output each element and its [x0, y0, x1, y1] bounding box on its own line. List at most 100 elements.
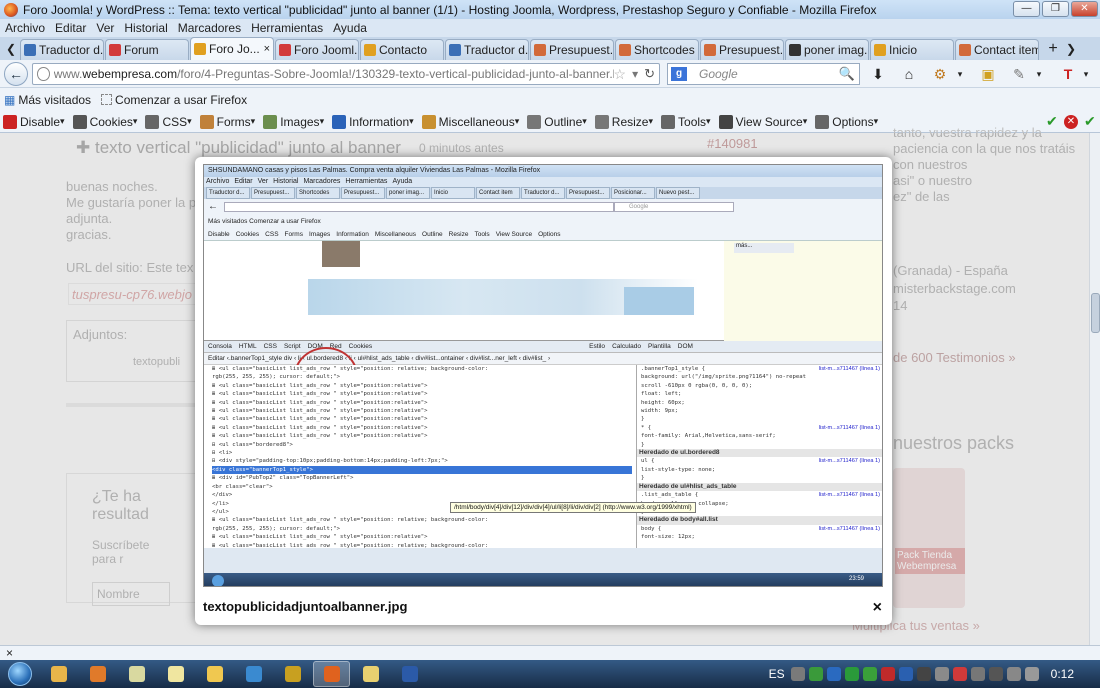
menu-item-6[interactable]: Ayuda — [328, 21, 372, 35]
tab-8[interactable]: Presupuest... — [700, 39, 784, 60]
close-window-button[interactable]: ✕ — [1071, 1, 1098, 17]
devtool-label[interactable]: Disable — [20, 115, 60, 129]
translate-icon[interactable]: T — [1059, 65, 1077, 83]
devtool-dropdown-icon[interactable]: ▾ — [582, 116, 587, 127]
tray-icon-7[interactable] — [916, 667, 931, 681]
menu-item-3[interactable]: Historial — [119, 21, 172, 35]
addon-dropdown-icon[interactable]: ▾ — [951, 65, 969, 83]
devtool-3[interactable]: Forms ▾ — [199, 114, 256, 129]
menu-item-5[interactable]: Herramientas — [246, 21, 328, 35]
devtool-dropdown-icon[interactable]: ▾ — [60, 116, 65, 127]
language-indicator[interactable]: ES — [769, 667, 785, 681]
folder-icon[interactable] — [206, 666, 223, 682]
tray-icon-6[interactable] — [898, 667, 913, 681]
tab-3[interactable]: Foro Jooml... — [275, 39, 359, 60]
tab-label[interactable]: Foro Jo... — [209, 42, 260, 56]
devtool-label[interactable]: Information — [349, 115, 409, 129]
tray-icon-10[interactable] — [970, 667, 985, 681]
tray-icon-11[interactable] — [988, 667, 1003, 681]
tray-icon-12[interactable] — [1006, 667, 1021, 681]
devtool-label[interactable]: Images — [280, 115, 319, 129]
devtool-label[interactable]: Outline — [544, 115, 582, 129]
devtool-0[interactable]: Disable ▾ — [3, 114, 65, 129]
menu-item-0[interactable]: Archivo — [0, 21, 50, 35]
tab-0[interactable]: Traductor d... — [20, 39, 104, 60]
devtool-label[interactable]: Miscellaneous — [439, 115, 515, 129]
google-search-engine-icon[interactable]: g — [671, 67, 687, 81]
tray-icon-13[interactable] — [1024, 667, 1039, 681]
downloads-icon[interactable]: ⬇ — [869, 65, 887, 83]
notepad-icon[interactable] — [362, 666, 379, 682]
tab-5[interactable]: Traductor d... — [445, 39, 529, 60]
rss-icon[interactable]: ▣ — [979, 65, 997, 83]
tab-9[interactable]: poner imag... — [785, 39, 869, 60]
devtool-9[interactable]: Tools ▾ — [661, 114, 711, 129]
dropdown-icon[interactable]: ▾ — [632, 67, 638, 81]
home-icon[interactable]: ⌂ — [900, 65, 918, 83]
taskbar-app-firefox[interactable] — [313, 661, 350, 687]
tab-label[interactable]: Forum — [124, 43, 159, 57]
start-button[interactable] — [0, 660, 40, 688]
page-scrollbar[interactable] — [1089, 133, 1100, 645]
devtool-dropdown-icon[interactable]: ▾ — [409, 116, 414, 127]
devtool-dropdown-icon[interactable]: ▾ — [706, 116, 711, 127]
tab-label[interactable]: poner imag... — [804, 43, 868, 57]
site-identity-icon[interactable] — [37, 67, 50, 81]
maximize-button[interactable]: ❐ — [1042, 1, 1069, 17]
taskbar-app-folder[interactable] — [196, 661, 233, 687]
devtool-1[interactable]: Cookies ▾ — [72, 114, 137, 129]
firefox-icon[interactable] — [323, 666, 340, 682]
validate-js-icon[interactable]: ✔ — [1084, 113, 1096, 130]
tools-icon[interactable]: ✎ — [1010, 65, 1028, 83]
close-addon-bar-button[interactable]: × — [6, 646, 13, 660]
devtool-label[interactable]: CSS — [162, 115, 187, 129]
new-tab-button[interactable]: + — [1044, 38, 1062, 60]
tray-icon-2[interactable] — [826, 667, 841, 681]
explorer-icon[interactable] — [50, 666, 67, 682]
tab-7[interactable]: Shortcodes — [615, 39, 699, 60]
devtool-dropdown-icon[interactable]: ▾ — [874, 116, 879, 127]
tray-icon-4[interactable] — [862, 667, 877, 681]
taskbar-app-notes[interactable] — [157, 661, 194, 687]
tab-label[interactable]: Inicio — [889, 43, 917, 57]
tabs-scroll-right-icon[interactable]: ❯ — [1062, 38, 1080, 60]
reload-icon[interactable]: ↻ — [644, 66, 655, 82]
devtool-label[interactable]: Options — [832, 115, 873, 129]
tray-icon-9[interactable] — [952, 667, 967, 681]
tab-4[interactable]: Contacto — [360, 39, 444, 60]
devtool-dropdown-icon[interactable]: ▾ — [251, 116, 256, 127]
devtool-7[interactable]: Outline ▾ — [527, 114, 587, 129]
tab-label[interactable]: Traductor d... — [464, 43, 528, 57]
devtool-6[interactable]: Miscellaneous ▾ — [421, 114, 519, 129]
bookmark-most-visited[interactable]: Más visitados — [18, 93, 91, 107]
taskbar-app-word[interactable] — [391, 661, 428, 687]
devtool-2[interactable]: CSS ▾ — [145, 114, 192, 129]
bookmark-getting-started[interactable]: Comenzar a usar Firefox — [115, 93, 247, 107]
translate-dropdown-icon[interactable]: ▾ — [1077, 65, 1095, 83]
notes-icon[interactable] — [167, 666, 184, 682]
tray-icon-5[interactable] — [880, 667, 895, 681]
tray-icon-3[interactable] — [844, 667, 859, 681]
search-magnifier-icon[interactable]: 🔍 — [839, 66, 855, 82]
scrollbar-thumb[interactable] — [1091, 293, 1100, 333]
word-icon[interactable] — [401, 666, 418, 682]
devtool-5[interactable]: Information ▾ — [332, 114, 414, 129]
url-bar[interactable]: www.webempresa.com/foro/4-Preguntas-Sobr… — [32, 63, 660, 85]
bookmark-star-icon[interactable]: ☆ — [614, 66, 627, 83]
devtool-dropdown-icon[interactable]: ▾ — [803, 116, 808, 127]
menu-item-1[interactable]: Editar — [50, 21, 91, 35]
menu-item-4[interactable]: Marcadores — [173, 21, 246, 35]
tray-icon-0[interactable] — [790, 667, 805, 681]
devtool-10[interactable]: View Source ▾ — [718, 114, 808, 129]
devtool-label[interactable]: Forms — [217, 115, 251, 129]
tab-10[interactable]: Inicio — [870, 39, 954, 60]
tab-label[interactable]: Foro Jooml... — [294, 43, 358, 57]
devtool-4[interactable]: Images ▾ — [263, 114, 324, 129]
tray-icon-8[interactable] — [934, 667, 949, 681]
taskbar-app-files[interactable] — [118, 661, 155, 687]
devtool-label[interactable]: Cookies — [90, 115, 133, 129]
taskbar-app-explorer[interactable] — [40, 661, 77, 687]
tab-label[interactable]: Shortcodes — [634, 43, 695, 57]
devtool-label[interactable]: View Source — [736, 115, 803, 129]
files-icon[interactable] — [128, 666, 145, 682]
